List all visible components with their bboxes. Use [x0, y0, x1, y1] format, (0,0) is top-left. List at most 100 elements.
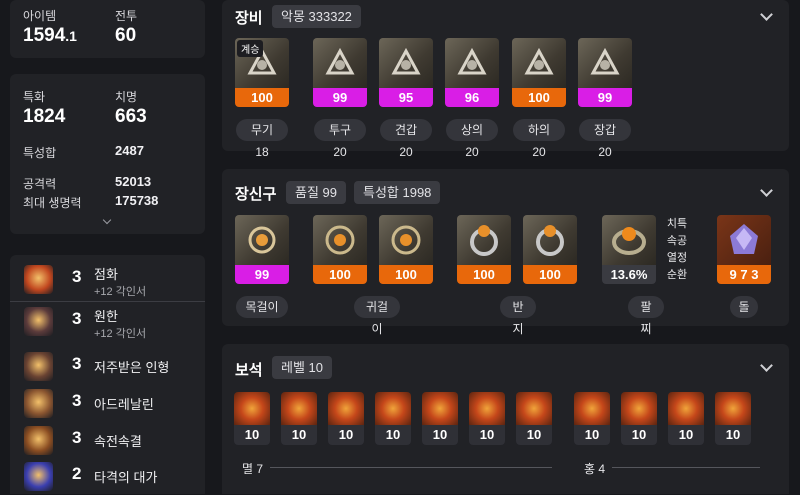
equipment-slot-label: 무기 18 — [236, 119, 288, 159]
equipment-set-chip: 악몽 333322 — [272, 5, 361, 28]
earring-quality: 100 — [379, 265, 433, 284]
gem-item[interactable]: 10 — [715, 392, 751, 445]
gem-right-label: 홍 4 — [584, 462, 606, 476]
bracelet-trait: 열정 — [666, 252, 688, 264]
engraving-name: 원한 — [94, 309, 118, 324]
gem-icon — [574, 392, 610, 425]
accessories-collapse-chevron-icon[interactable] — [760, 184, 773, 197]
haste-icon — [24, 426, 53, 455]
crit-label: 치명 — [115, 90, 138, 104]
engraving-name: 저주받은 인형 — [94, 360, 170, 375]
spec-value: 1824 — [23, 106, 66, 127]
engraving-row[interactable]: 3 아드레날린 — [10, 385, 215, 422]
earring-icon — [325, 225, 355, 255]
gem-level: 10 — [574, 425, 610, 445]
ability-stone-value: 9 7 3 — [717, 265, 771, 284]
gem-icon — [234, 392, 270, 425]
equipment-quality: 96 — [445, 88, 499, 107]
accessory-stat-chip: 특성합 1998 — [354, 181, 441, 204]
equipment-slot-label: 하의 20 — [513, 119, 565, 159]
earring-item[interactable]: 100 — [313, 215, 367, 284]
equipment-quality: 95 — [379, 88, 433, 107]
gem-item[interactable]: 10 — [668, 392, 704, 445]
gem-item[interactable]: 10 — [574, 392, 610, 445]
equipment-item[interactable]: 95 — [379, 38, 433, 107]
gem-item[interactable]: 10 — [281, 392, 317, 445]
engraving-row[interactable]: 3 저주받은 인형 — [10, 348, 215, 385]
engraving-book-count: +12 각인서 — [94, 328, 147, 340]
ability-stone-icon — [730, 224, 758, 254]
strike-master-icon — [24, 462, 53, 491]
total-stat-value: 2487 — [115, 143, 144, 158]
combat-level-label: 전투 — [115, 9, 138, 23]
necklace-item[interactable]: 99 — [235, 215, 289, 284]
stats-panel: 특화 1824 치명 663 특성합 2487 공격력 52013 최대 생명력… — [10, 74, 205, 234]
engraving-level: 2 — [72, 464, 82, 483]
gem-item[interactable]: 10 — [469, 392, 505, 445]
gem-level-chip: 레벨 10 — [272, 356, 332, 379]
stats-expand-chevron-icon[interactable] — [102, 215, 112, 225]
equipment-item[interactable]: 99 — [313, 38, 367, 107]
gem-item[interactable]: 10 — [375, 392, 411, 445]
gem-item[interactable]: 10 — [516, 392, 552, 445]
gem-level: 10 — [469, 425, 505, 445]
bracelet-trait: 순환 — [666, 269, 688, 281]
gem-item[interactable]: 10 — [621, 392, 657, 445]
equipment-item[interactable]: 계승 100 — [235, 38, 289, 107]
engraving-level: 3 — [72, 354, 82, 373]
equipment-item[interactable]: 96 — [445, 38, 499, 107]
gem-item[interactable]: 10 — [234, 392, 270, 445]
gem-left-label: 멸 7 — [242, 462, 264, 476]
earring-label: 귀걸이 — [354, 296, 400, 336]
adrenaline-icon — [24, 389, 53, 418]
fire-burst-icon — [24, 265, 53, 294]
equipment-title: 장비 — [235, 10, 263, 27]
equipment-panel: 장비 악몽 333322 계승 100 무기 18 99 투구 20 95 견갑 20 96 상… — [222, 0, 789, 159]
engraving-row[interactable]: 3 원한 +12 각인서 — [10, 303, 215, 340]
dress-top-icon — [457, 47, 487, 75]
gem-item[interactable]: 10 — [422, 392, 458, 445]
ability-stone-label: 돌 — [730, 296, 758, 318]
demon-head-icon — [24, 307, 53, 336]
gem-level: 10 — [422, 425, 458, 445]
item-level-panel: 아이템 1594.1 전투 60 — [10, 0, 205, 58]
bracelet-icon — [612, 227, 646, 255]
helmet-circlet-icon — [325, 47, 355, 75]
engraving-name: 타격의 대가 — [94, 470, 158, 485]
gem-icon — [422, 392, 458, 425]
engraving-book-count: +12 각인서 — [94, 286, 147, 298]
engraving-row[interactable]: 2 타격의 대가 — [10, 458, 215, 495]
gems-collapse-chevron-icon[interactable] — [760, 359, 773, 372]
ability-stone-item[interactable]: 9 7 3 — [717, 215, 771, 284]
bracelet-value: 13.6% — [602, 265, 656, 284]
equipment-quality: 99 — [313, 88, 367, 107]
equipment-collapse-chevron-icon[interactable] — [760, 8, 773, 21]
equipment-quality: 99 — [578, 88, 632, 107]
gem-level: 10 — [621, 425, 657, 445]
crit-value: 663 — [115, 106, 147, 127]
equipment-item[interactable]: 100 — [512, 38, 566, 107]
gem-level: 10 — [234, 425, 270, 445]
attack-label: 공격력 — [23, 177, 57, 191]
engraving-row[interactable]: 3 속전속결 — [10, 422, 215, 459]
equipment-slot-label: 상의 20 — [446, 119, 498, 159]
equipment-slot-label: 견갑 20 — [380, 119, 432, 159]
gem-level: 10 — [668, 425, 704, 445]
ring-item[interactable]: 100 — [457, 215, 511, 284]
gem-level: 10 — [328, 425, 364, 445]
engraving-row[interactable]: 3 점화 +12 각인서 — [10, 261, 215, 298]
engraving-name: 속전속결 — [94, 434, 142, 449]
ring-item[interactable]: 100 — [523, 215, 577, 284]
attack-value: 52013 — [115, 174, 152, 189]
gem-item[interactable]: 10 — [328, 392, 364, 445]
equipment-quality: 100 — [235, 88, 289, 107]
ring-label: 반지 — [500, 296, 536, 336]
bracelet-item[interactable]: 13.6% — [602, 215, 656, 284]
ring-icon — [470, 225, 498, 256]
earring-item[interactable]: 100 — [379, 215, 433, 284]
engraving-name: 점화 — [94, 267, 118, 282]
necklace-icon — [248, 226, 276, 254]
engraving-name: 아드레날린 — [94, 397, 154, 412]
equipment-item[interactable]: 99 — [578, 38, 632, 107]
max-hp-value: 175738 — [115, 193, 159, 208]
